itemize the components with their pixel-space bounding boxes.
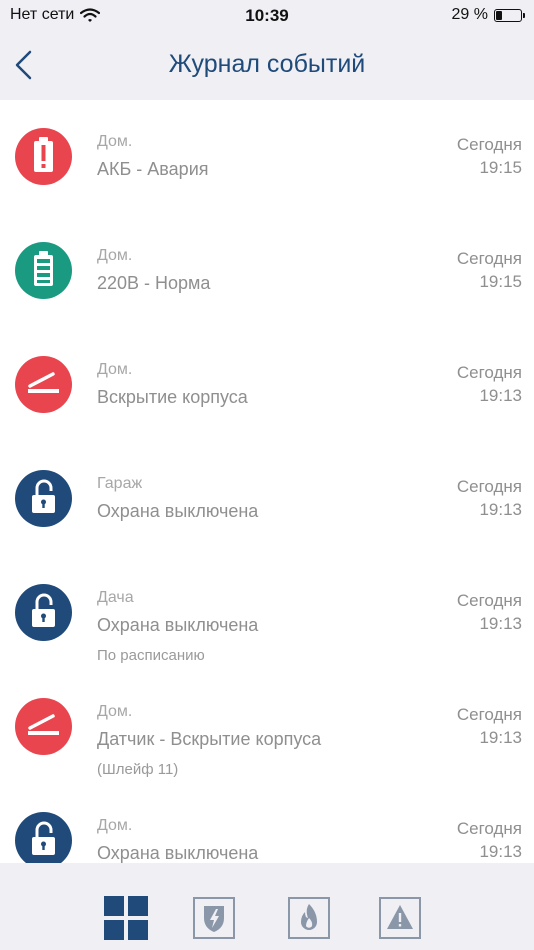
event-time: 19:13	[479, 614, 522, 633]
list-item[interactable]: Дом. Датчик - Вскрытие корпуса (Шлейф 11) С…	[0, 670, 534, 784]
event-place: Дом.	[97, 361, 133, 378]
event-message: Охрана выключена	[97, 501, 259, 521]
event-day: Сегодня	[456, 591, 522, 610]
event-time: 19:13	[479, 386, 522, 405]
event-timestamp: Сегодня 19:13	[457, 589, 522, 635]
event-message: Охрана выключена	[97, 615, 259, 635]
event-day: Сегодня	[456, 819, 522, 838]
event-place: Дом.	[97, 817, 133, 834]
tab-warning[interactable]	[378, 896, 422, 940]
event-place: Дом.	[97, 133, 133, 150]
event-timestamp: Сегодня 19:13	[457, 475, 522, 521]
battery-alarm-icon	[15, 128, 72, 185]
event-day: Сегодня	[456, 135, 522, 154]
tab-fire[interactable]	[287, 896, 331, 940]
event-time: 19:13	[479, 728, 522, 747]
event-message: Охрана выключена	[97, 843, 259, 863]
event-timestamp: Сегодня 19:15	[457, 247, 522, 293]
event-time: 19:15	[479, 158, 522, 177]
event-day: Сегодня	[456, 363, 522, 382]
event-time: 19:15	[479, 272, 522, 291]
battery-icon	[494, 8, 525, 22]
battery-label: 29 %	[451, 6, 488, 23]
list-item[interactable]: Дом. Вскрытие корпуса Сегодня 19:13	[0, 328, 534, 442]
security-shield-icon	[193, 897, 235, 939]
event-day: Сегодня	[456, 705, 522, 724]
event-message: 220В - Норма	[97, 273, 211, 293]
unlock-icon	[15, 470, 72, 527]
list-item[interactable]: Гараж Охрана выключена Сегодня 19:13	[0, 442, 534, 556]
grid-icon	[104, 896, 148, 940]
event-time: 19:13	[479, 500, 522, 519]
event-message: Вскрытие корпуса	[97, 387, 248, 407]
battery-full-icon	[15, 242, 72, 299]
status-bar: Нет сети 10:39 29 %	[0, 0, 534, 30]
event-extra: (Шлейф 11)	[97, 761, 179, 778]
warning-icon	[379, 897, 421, 939]
event-day: Сегодня	[456, 249, 522, 268]
event-timestamp: Сегодня 19:13	[457, 817, 522, 863]
battery-info: 29 %	[451, 6, 525, 24]
event-extra: По расписанию	[97, 647, 205, 664]
navigation-bar: Журнал событий	[0, 30, 534, 100]
unlock-icon	[15, 812, 72, 863]
list-item[interactable]: Дом. АКБ - Авария Сегодня 19:15	[0, 100, 534, 214]
event-timestamp: Сегодня 19:15	[457, 133, 522, 179]
page-title: Журнал событий	[168, 50, 366, 78]
event-place: Дом.	[97, 703, 133, 720]
event-time: 19:13	[479, 842, 522, 861]
event-place: Дача	[97, 589, 134, 606]
event-place: Дом.	[97, 247, 133, 264]
event-place: Гараж	[97, 475, 143, 492]
tab-grid[interactable]	[104, 896, 148, 940]
tab-bar	[0, 863, 534, 950]
event-timestamp: Сегодня 19:13	[457, 703, 522, 749]
list-item[interactable]: Дом. 220В - Норма Сегодня 19:15	[0, 214, 534, 328]
tab-security-shield[interactable]	[192, 896, 236, 940]
tamper-icon	[15, 356, 72, 413]
fire-icon	[288, 897, 330, 939]
event-message: АКБ - Авария	[97, 159, 209, 179]
unlock-icon	[15, 584, 72, 641]
event-day: Сегодня	[456, 477, 522, 496]
event-list[interactable]: Дом. АКБ - Авария Сегодня 19:15 Дом. 220В - Н…	[0, 100, 534, 863]
list-item[interactable]: Дом. Охрана выключена Сегодня 19:13	[0, 784, 534, 863]
tamper-icon	[15, 698, 72, 755]
event-timestamp: Сегодня 19:13	[457, 361, 522, 407]
list-item[interactable]: Дача Охрана выключена По расписанию Сегодня…	[0, 556, 534, 670]
event-message: Датчик - Вскрытие корпуса	[97, 729, 322, 749]
